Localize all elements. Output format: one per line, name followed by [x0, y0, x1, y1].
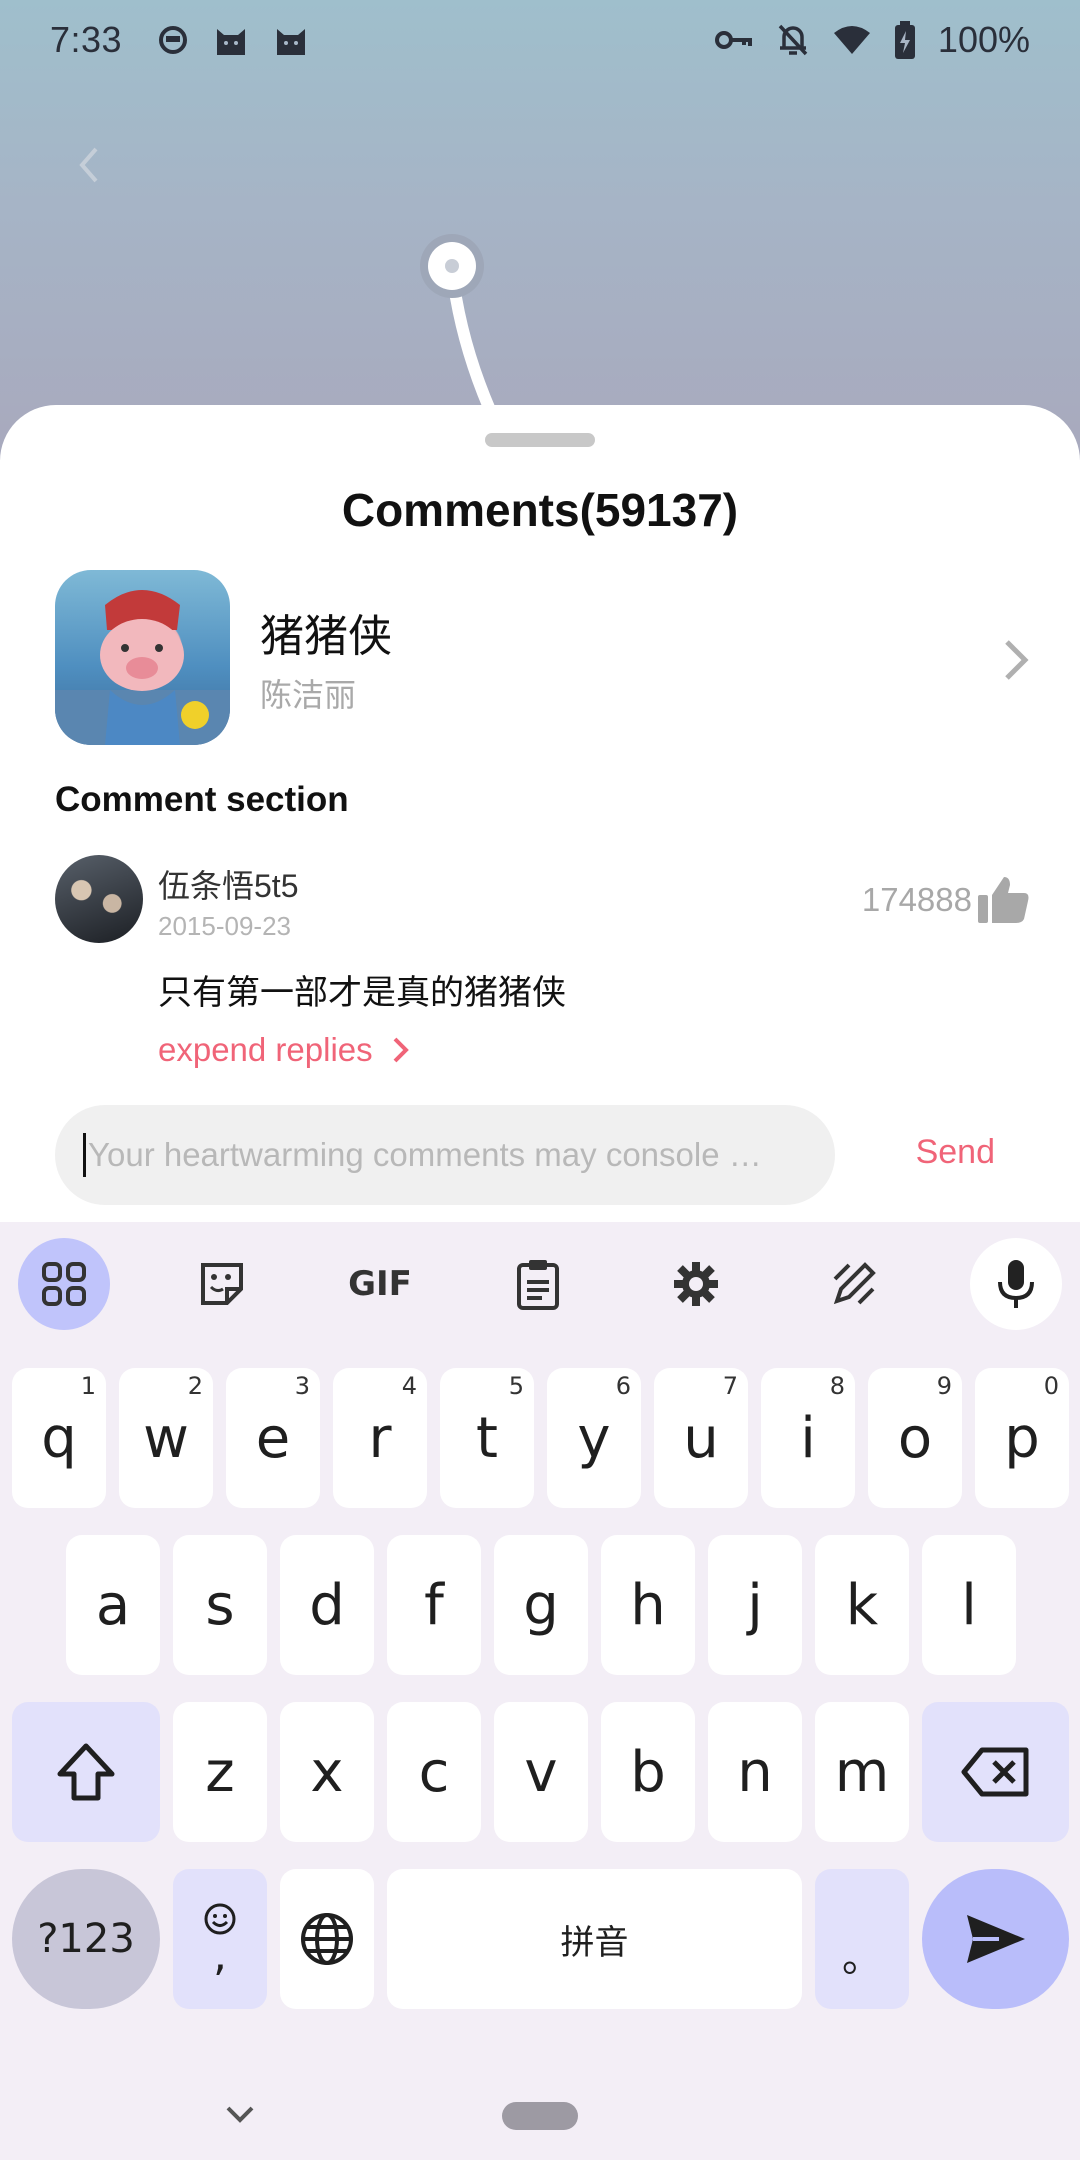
video-author: 陈洁丽	[260, 677, 357, 713]
voice-input-button[interactable]	[970, 1238, 1062, 1330]
apps-icon	[42, 1262, 86, 1306]
comment-item: 伍条悟5t5 2015-09-23 只有第一部才是真的猪猪侠 174888 ex…	[55, 855, 1030, 1085]
key-i[interactable]: i8	[761, 1368, 855, 1508]
key-r[interactable]: r4	[333, 1368, 427, 1508]
chevron-left-icon	[79, 147, 98, 183]
key-m[interactable]: m	[815, 1702, 909, 1842]
chevron-right-icon	[393, 1037, 409, 1063]
sticker-button[interactable]	[176, 1238, 268, 1330]
comment-username[interactable]: 伍条悟5t5	[158, 861, 299, 907]
status-bar: 7:33 100%	[0, 0, 1080, 80]
pendant-decoration	[420, 234, 496, 410]
key-h[interactable]: h	[601, 1535, 695, 1675]
language-key[interactable]	[280, 1869, 374, 2009]
apps-button[interactable]	[18, 1238, 110, 1330]
comment-section-title: Comment section	[55, 780, 349, 819]
gif-button[interactable]: GIF	[334, 1238, 426, 1330]
key-x[interactable]: x	[280, 1702, 374, 1842]
send-key[interactable]	[922, 1869, 1069, 2009]
clipboard-icon	[517, 1260, 559, 1310]
video-card[interactable]: 猪猪侠 陈洁丽	[55, 570, 1035, 750]
drag-handle[interactable]	[485, 433, 595, 447]
space-key[interactable]: 拼音	[387, 1869, 802, 2009]
pig-hero-image	[55, 590, 230, 745]
comment-input-row: Send	[55, 1105, 1035, 1205]
key-a[interactable]: a	[66, 1535, 160, 1675]
like-count: 174888	[861, 881, 972, 918]
video-thumbnail	[55, 570, 230, 745]
like-button[interactable]: 174888	[862, 875, 1030, 925]
hide-keyboard-icon[interactable]	[222, 2100, 258, 2130]
avatar[interactable]	[55, 855, 143, 943]
chevron-right-icon[interactable]	[995, 630, 1035, 690]
shift-key[interactable]	[12, 1702, 160, 1842]
bell-off-icon	[778, 24, 808, 56]
keyboard-toolbar: GIF	[0, 1222, 1080, 1350]
key-s[interactable]: s	[173, 1535, 267, 1675]
expand-replies-button[interactable]: expend replies	[158, 1031, 411, 1069]
backspace-icon	[961, 1747, 1028, 1797]
backspace-key[interactable]	[922, 1702, 1069, 1842]
comment-input-box[interactable]	[55, 1105, 835, 1205]
key-y[interactable]: y6	[547, 1368, 641, 1508]
key-d[interactable]: d	[280, 1535, 374, 1675]
expand-replies-label: expend replies	[158, 1031, 373, 1068]
text-cursor	[83, 1133, 86, 1177]
key-b[interactable]: b	[601, 1702, 695, 1842]
key-q[interactable]: q1	[12, 1368, 106, 1508]
keyboard: GIF q 1 w 2 e 3 r 4 t 5 y 6 u 7 i 8 o 9 …	[0, 1222, 1080, 2160]
key-e[interactable]: e3	[226, 1368, 320, 1508]
clipboard-button[interactable]	[492, 1238, 584, 1330]
send-button[interactable]: Send	[916, 1133, 995, 1172]
home-pill[interactable]	[502, 2102, 578, 2130]
key-w[interactable]: w2	[119, 1368, 213, 1508]
key-icon	[714, 31, 752, 49]
key-v[interactable]: v	[494, 1702, 588, 1842]
key-g[interactable]: g	[494, 1535, 588, 1675]
back-button[interactable]	[68, 140, 108, 190]
key-p[interactable]: p0	[975, 1368, 1069, 1508]
mic-icon	[998, 1260, 1034, 1308]
key-j[interactable]: j	[708, 1535, 802, 1675]
key-c[interactable]: c	[387, 1702, 481, 1842]
handwriting-icon	[833, 1262, 876, 1305]
gif-label: GIF	[348, 1264, 412, 1304]
comma-emoji-key[interactable]: ,	[173, 1869, 267, 2009]
key-o[interactable]: o9	[868, 1368, 962, 1508]
shift-icon	[57, 1743, 115, 1801]
navigation-bar	[0, 2060, 1080, 2160]
cat-icon	[277, 29, 306, 55]
cat-icon	[217, 29, 246, 55]
key-t[interactable]: t5	[440, 1368, 534, 1508]
assistant-icon	[159, 26, 188, 54]
symbols-key[interactable]: ?123	[12, 1869, 160, 2009]
settings-icon	[674, 1262, 718, 1306]
comments-title: Comments(59137)	[341, 484, 739, 536]
status-time: 7:33	[50, 19, 123, 60]
comment-date: 2015-09-23	[158, 911, 291, 941]
battery-percentage: 100%	[937, 19, 1030, 60]
comment-input[interactable]	[88, 1136, 808, 1174]
key-u[interactable]: u7	[654, 1368, 748, 1508]
comments-sheet: Comments(59137) 猪猪侠 陈洁丽 Comment section …	[0, 405, 1080, 1225]
thumbs-up-icon	[978, 877, 1029, 923]
sticker-icon	[201, 1263, 243, 1305]
comment-text: 只有第一部才是真的猪猪侠	[158, 974, 566, 1012]
handwriting-button[interactable]	[808, 1238, 900, 1330]
send-icon	[966, 1915, 1025, 1963]
key-f[interactable]: f	[387, 1535, 481, 1675]
wifi-icon	[833, 26, 870, 54]
video-title: 猪猪侠	[260, 612, 392, 661]
key-l[interactable]: l	[922, 1535, 1016, 1675]
period-key[interactable]: 。	[815, 1869, 909, 2009]
key-n[interactable]: n	[708, 1702, 802, 1842]
settings-button[interactable]	[650, 1238, 742, 1330]
globe-icon	[301, 1913, 353, 1965]
key-z[interactable]: z	[173, 1702, 267, 1842]
battery-icon	[894, 21, 915, 59]
key-k[interactable]: k	[815, 1535, 909, 1675]
